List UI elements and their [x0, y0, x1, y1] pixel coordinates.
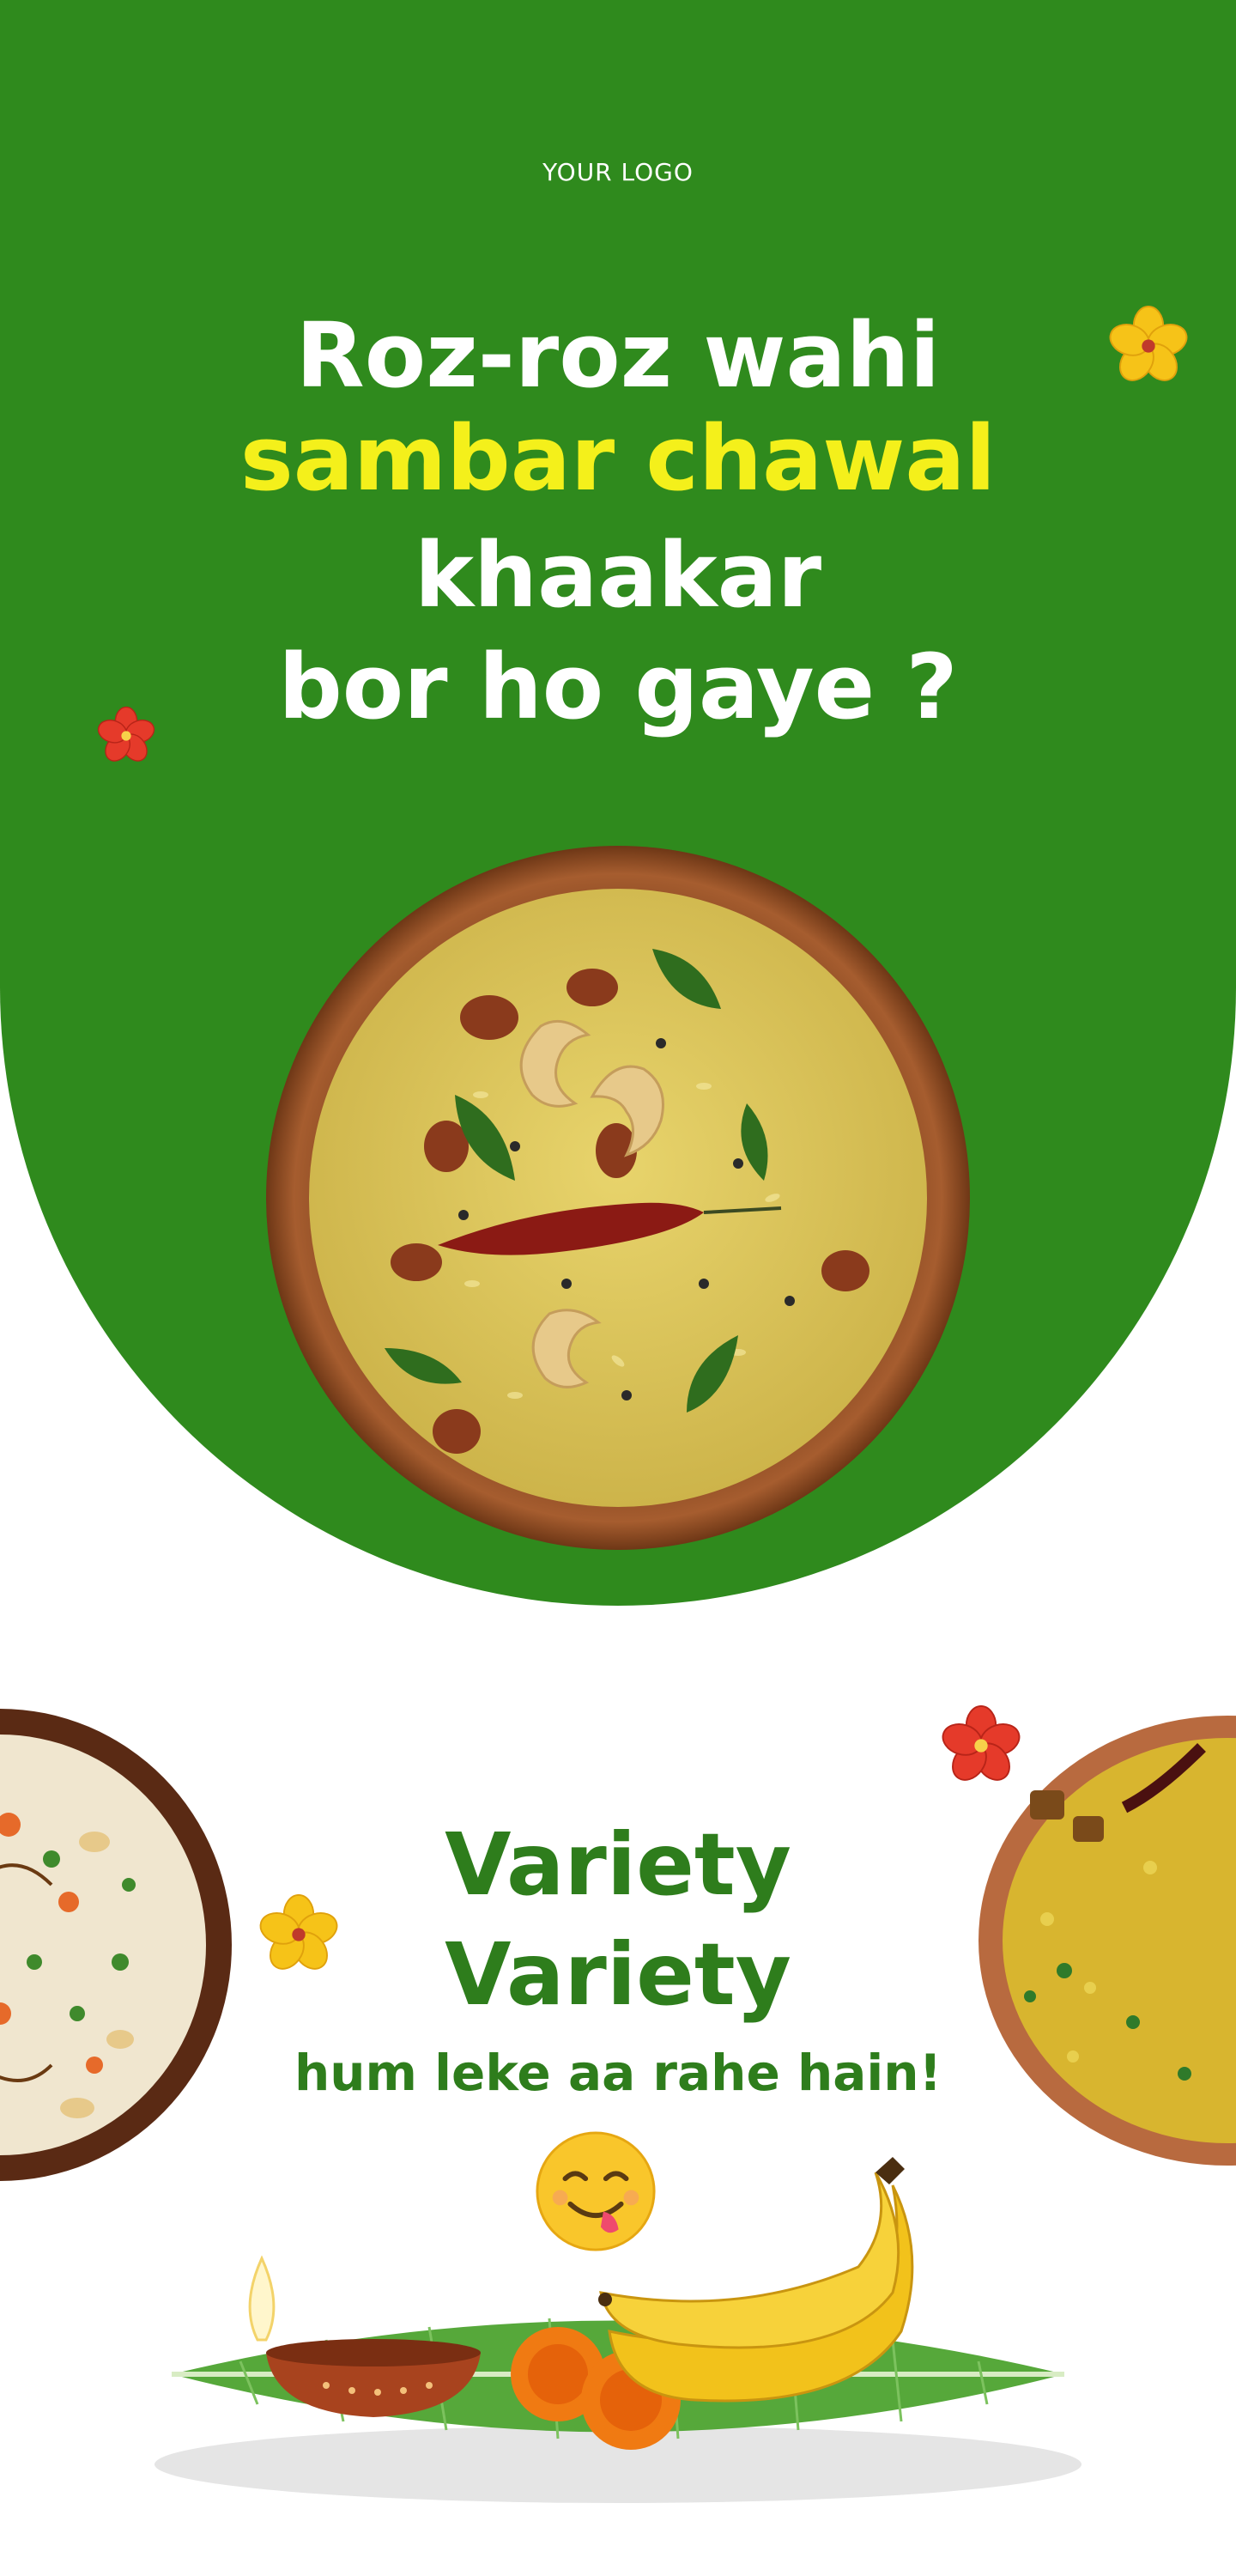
promo-line-2: Variety [445, 1924, 791, 2025]
promo-line-3: hum leke aa rahe hain! [294, 2044, 942, 2102]
hibiscus-red-icon [942, 1704, 1021, 1781]
hibiscus-red-icon [97, 706, 155, 762]
hibiscus-yellow-icon [1109, 305, 1188, 381]
headline-line-3: khaakar [414, 523, 822, 628]
banana-icon [598, 2157, 914, 2403]
brand-logo: YOUR LOGO [542, 158, 694, 186]
headline-line-4: bor ho gaye ? [278, 635, 958, 739]
lemon-rice-bowl [266, 846, 970, 1550]
headline-line-2: sambar chawal [239, 406, 997, 511]
offering-scene [154, 2157, 1082, 2503]
headline-line-1: Roz-roz wahi [295, 303, 941, 408]
promo-line-1: Variety [445, 1814, 791, 1915]
